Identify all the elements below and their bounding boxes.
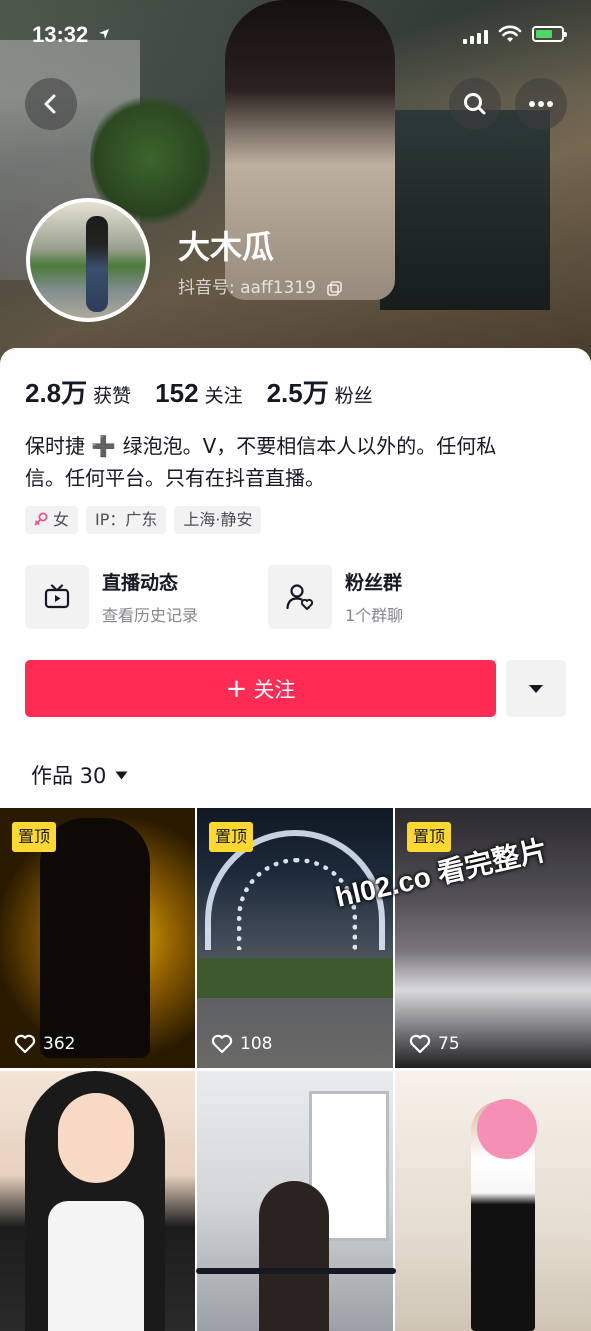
- like-count-value: 75: [438, 1034, 460, 1054]
- stat-likes-label: 获赞: [93, 385, 132, 407]
- pinned-badge: 置顶: [407, 822, 452, 852]
- follow-label: 关注: [253, 677, 296, 702]
- status-bar: 13:32: [0, 0, 591, 70]
- like-count: 108: [211, 1034, 272, 1054]
- avatar[interactable]: [26, 198, 150, 322]
- ip-label: IP：广东: [95, 510, 158, 529]
- profile-stats: 2.8万 获赞 152 关注 2.5万 粉丝: [25, 373, 397, 410]
- battery-icon: [532, 26, 567, 42]
- works-tab-label: 作品 30: [31, 764, 107, 788]
- stat-followers-label: 粉丝: [334, 385, 373, 407]
- fan-group-subtitle: 1个群聊: [345, 606, 404, 625]
- profile-tags: 女 IP：广东 上海·静安: [25, 506, 262, 534]
- follow-button[interactable]: + 关注: [25, 660, 496, 717]
- fan-group-texts: 粉丝群 1个群聊: [345, 568, 403, 626]
- gender-tag: 女: [25, 506, 79, 534]
- stat-following[interactable]: 152 关注: [155, 378, 242, 409]
- stat-followers-value: 2.5万: [266, 378, 329, 408]
- pinned-badge: 置顶: [12, 822, 57, 852]
- douyin-id: 抖音号: aaff1319: [178, 278, 316, 298]
- heart-icon: [14, 1034, 36, 1054]
- stat-following-label: 关注: [204, 385, 243, 407]
- recommend-dropdown-button[interactable]: [506, 660, 566, 717]
- video-grid: 置顶 362 置顶 108 置顶 75: [0, 808, 591, 1331]
- stat-likes-value: 2.8万: [25, 378, 88, 408]
- fan-group-title: 粉丝群: [345, 572, 403, 594]
- video-thumbnail[interactable]: [197, 1071, 393, 1331]
- profile-header-background: 13:32 大木瓜 抖音号: aaff1319: [0, 0, 591, 380]
- dropdown-arrow-icon: [529, 684, 543, 693]
- more-button[interactable]: [515, 78, 567, 130]
- live-history-entry[interactable]: 直播动态 查看历史记录: [25, 565, 198, 629]
- back-button[interactable]: [25, 78, 77, 130]
- live-icon-box: [25, 565, 89, 629]
- stat-followers[interactable]: 2.5万 粉丝: [267, 373, 373, 410]
- live-texts: 直播动态 查看历史记录: [102, 568, 198, 626]
- heart-icon: [409, 1034, 431, 1054]
- more-icon: [529, 101, 553, 107]
- back-icon: [44, 94, 56, 114]
- live-subtitle: 查看历史记录: [102, 606, 199, 625]
- location-arrow-icon: [99, 29, 109, 39]
- like-count: 75: [409, 1034, 460, 1054]
- fan-group-entry[interactable]: 粉丝群 1个群聊: [268, 565, 403, 629]
- status-time: 13:32: [32, 22, 89, 47]
- stat-likes[interactable]: 2.8万 获赞: [25, 373, 131, 410]
- like-count-value: 108: [240, 1034, 273, 1054]
- video-thumbnail[interactable]: [0, 1071, 195, 1331]
- caret-down-icon: [115, 771, 128, 779]
- fan-group-icon-box: [268, 565, 332, 629]
- profile-bio: 保时捷 ➕ 绿泡泡。V，不要相信本人以外的。任何私 信。任何平台。只有在抖音直播…: [25, 430, 565, 494]
- profile-sheet: 2.8万 获赞 152 关注 2.5万 粉丝 保时捷 ➕ 绿泡泡。V，不要相信本…: [0, 348, 591, 1331]
- search-button[interactable]: [449, 78, 501, 130]
- live-title: 直播动态: [102, 572, 179, 594]
- ip-tag: IP：广东: [86, 506, 167, 534]
- like-count: 362: [14, 1034, 75, 1054]
- search-icon: [464, 93, 486, 115]
- video-thumbnail[interactable]: [395, 1071, 591, 1331]
- location-label: 上海·静安: [183, 510, 253, 529]
- tv-icon: [44, 584, 70, 609]
- signal-icon: [463, 30, 488, 44]
- stat-following-value: 152: [155, 378, 199, 408]
- nickname: 大木瓜: [178, 228, 275, 266]
- video-thumbnail[interactable]: 置顶 362: [0, 808, 195, 1068]
- like-count-value: 362: [43, 1034, 76, 1054]
- tab-works[interactable]: 作品 30: [31, 760, 128, 790]
- gender-label: 女: [53, 510, 70, 529]
- fan-group-icon: [286, 584, 314, 610]
- home-indicator[interactable]: [196, 1268, 396, 1274]
- video-thumbnail[interactable]: 置顶 108: [197, 808, 393, 1068]
- location-tag: 上海·静安: [174, 506, 262, 534]
- douyin-id-row[interactable]: 抖音号: aaff1319: [178, 273, 343, 298]
- bio-line-2: 信。任何平台。只有在抖音直播。: [25, 466, 325, 490]
- bio-line-1: 保时捷 ➕ 绿泡泡。V，不要相信本人以外的。任何私: [25, 434, 497, 458]
- wifi-icon: [498, 25, 522, 42]
- heart-icon: [211, 1034, 233, 1054]
- plus-icon: +: [225, 673, 248, 704]
- copy-icon[interactable]: [327, 280, 343, 296]
- pinned-badge: 置顶: [209, 822, 254, 852]
- female-icon: [34, 512, 48, 526]
